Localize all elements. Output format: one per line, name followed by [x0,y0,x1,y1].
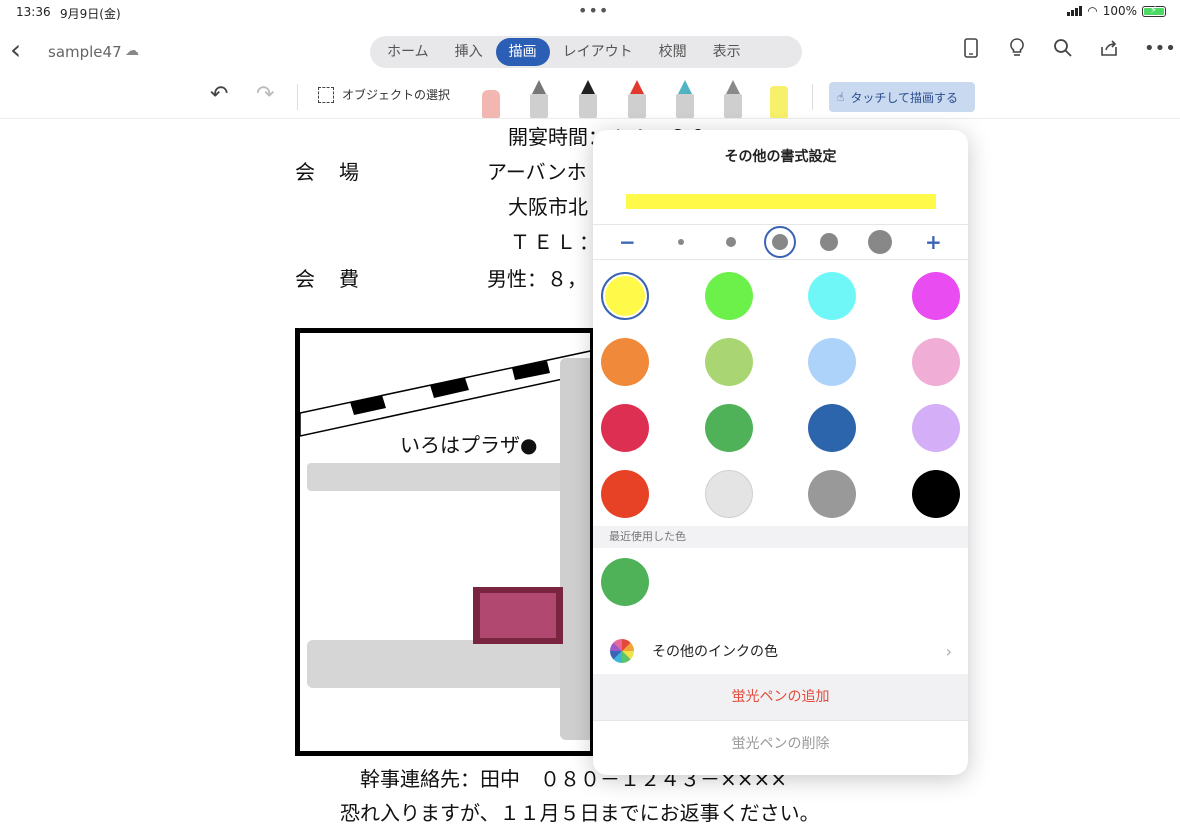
map-figure[interactable]: いろはプラザ● [295,328,595,756]
status-right: ◠ 100% ⚡ [1067,4,1166,18]
color-swatch[interactable] [912,272,960,320]
doc-fee-label: 会 費 [295,267,361,291]
color-swatch[interactable] [912,404,960,452]
object-select-label: オブジェクトの選択 [342,88,451,102]
color-swatch[interactable] [601,272,649,320]
color-swatch[interactable] [912,338,960,386]
popover-title: その他の書式設定 [724,149,837,165]
tab-draw[interactable]: 描画 [495,38,550,66]
object-select-button[interactable]: オブジェクトの選択 [318,86,450,103]
pen-tool-black[interactable] [575,78,601,118]
doc-address: 大阪市北 [508,195,588,219]
format-popover: その他の書式設定 − + 最近使用した色 その他のインクの色 › 蛍光ペンの追加… [593,130,968,775]
document-name[interactable]: sample47 [48,43,122,61]
thickness-option-1[interactable] [678,239,684,245]
back-chevron-icon[interactable]: ‹ [10,36,21,64]
doc-fee-value: 男性：８， [487,267,587,291]
tab-layout[interactable]: レイアウト [550,38,646,66]
color-swatch[interactable] [808,404,856,452]
color-swatch[interactable] [705,470,753,518]
more-ink-colors-button[interactable]: その他のインクの色 › [593,628,968,674]
undo-icon[interactable]: ↶ [210,82,228,107]
toolbar-divider [297,84,298,110]
search-icon[interactable] [1052,38,1074,63]
color-swatch[interactable] [808,272,856,320]
battery-icon: ⚡ [1142,5,1166,17]
pen-tool-a[interactable] [526,78,552,118]
more-options-icon[interactable]: ••• [1144,38,1176,63]
tab-home[interactable]: ホーム [374,38,442,66]
title-actions: ••• [960,38,1176,63]
multitask-dots[interactable]: ••• [578,1,609,20]
selection-box-icon [318,86,334,103]
pen-tool-teal[interactable] [672,78,698,118]
eraser-tool[interactable] [478,78,504,118]
share-icon[interactable] [1098,38,1120,63]
color-swatch[interactable] [705,338,753,386]
map-place-label: いろはプラザ● [400,433,538,457]
title-bar: ‹ sample47 ☁ ホーム 挿入 描画 レイアウト 校閲 表示 ••• [0,28,1180,76]
color-wheel-icon [610,639,634,663]
tab-view[interactable]: 表示 [700,38,754,66]
thickness-decrease-button[interactable]: − [619,227,636,257]
doc-reply: 恐れ入りますが、１１月５日までにお返事ください。 [340,801,820,825]
status-bar: 13:36 9月9日(金) ••• ◠ 100% ⚡ [0,0,1180,24]
mobile-view-icon[interactable] [960,38,982,63]
battery-percent: 100% [1102,4,1137,18]
document-canvas[interactable]: 開宴時間：１４：３０ 会 場 アーバンホ 大阪市北 ＴＥＬ： 会 費 男性：８，… [0,119,1180,825]
thickness-option-4[interactable] [820,233,838,251]
ribbon-tabs: ホーム 挿入 描画 レイアウト 校閲 表示 [370,36,802,68]
highlighter-tool-yellow[interactable] [766,78,792,118]
doc-venue-label: 会 場 [295,160,361,184]
more-ink-colors-label: その他のインクの色 [652,644,778,660]
color-swatch[interactable] [601,404,649,452]
thickness-row: − + [593,224,968,260]
thickness-option-5[interactable] [868,230,892,254]
touch-hand-icon: ☝ [837,90,845,104]
tab-insert[interactable]: 挿入 [442,38,496,66]
draw-toolbar: ↶ ↷ オブジェクトの選択 ☝ タッチして描画する [0,76,1180,119]
redo-icon[interactable]: ↷ [256,82,274,107]
chevron-right-icon: › [945,641,952,661]
tab-review[interactable]: 校閲 [646,38,700,66]
color-swatch[interactable] [808,338,856,386]
delete-highlighter-button[interactable]: 蛍光ペンの削除 [593,720,968,767]
color-swatch[interactable] [705,404,753,452]
color-swatch[interactable] [808,470,856,518]
thickness-option-2[interactable] [726,237,736,247]
touch-draw-label: タッチして描画する [850,90,958,105]
color-swatch[interactable] [601,470,649,518]
color-swatch[interactable] [705,272,753,320]
doc-venue-value: アーバンホ [487,160,587,184]
touch-draw-button[interactable]: ☝ タッチして描画する [829,82,975,112]
thickness-option-3-selected[interactable] [764,226,796,258]
color-swatch[interactable] [601,338,649,386]
add-highlighter-button[interactable]: 蛍光ペンの追加 [593,674,968,720]
pen-tool-red[interactable] [624,78,650,118]
recent-colors-label: 最近使用した色 [593,526,968,548]
wifi-icon: ◠ [1087,4,1098,18]
recent-color-swatch[interactable] [601,558,649,606]
doc-tel: ＴＥＬ： [510,230,602,254]
color-swatch[interactable] [912,470,960,518]
status-date: 9月9日(金) [60,7,121,21]
lightbulb-icon[interactable] [1006,38,1028,63]
stroke-preview [626,194,936,209]
cloud-sync-icon: ☁ [125,43,139,59]
status-time: 13:36 [16,5,51,19]
color-grid [593,258,968,526]
signal-icon [1067,6,1083,16]
pencil-tool-gray[interactable] [720,78,746,118]
thickness-increase-button[interactable]: + [925,227,942,257]
toolbar-divider [812,84,813,110]
